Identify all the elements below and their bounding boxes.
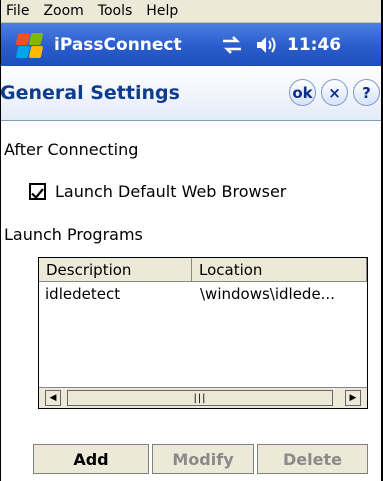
menu-bar: File Zoom Tools Help — [0, 0, 383, 23]
windows-start-icon[interactable] — [14, 30, 44, 60]
close-button[interactable]: × — [321, 79, 348, 106]
column-header-location[interactable]: Location — [192, 258, 367, 282]
settings-window: File Zoom Tools Help iPassConnect 11:46 … — [0, 0, 383, 481]
row-location: \windows\idlede... — [200, 285, 335, 303]
ok-button[interactable]: ok — [289, 79, 316, 106]
settings-header: General Settings ok × ? — [0, 66, 383, 121]
page-title: General Settings — [0, 82, 180, 104]
menu-tools[interactable]: Tools — [92, 0, 141, 22]
scroll-right-button[interactable]: ▶ — [345, 390, 361, 406]
window-border-left — [0, 0, 1, 481]
connectivity-icon[interactable] — [219, 34, 245, 56]
scroll-left-button[interactable]: ◀ — [45, 390, 61, 406]
menu-file[interactable]: File — [0, 0, 37, 22]
after-connecting-label: After Connecting — [4, 140, 139, 159]
menu-help[interactable]: Help — [140, 0, 186, 22]
menu-zoom[interactable]: Zoom — [37, 0, 91, 22]
horizontal-scrollbar[interactable]: ◀ ||| ▶ — [39, 387, 367, 408]
app-title: iPassConnect — [54, 34, 182, 55]
check-icon — [31, 188, 44, 200]
volume-icon[interactable] — [255, 34, 277, 56]
launch-browser-label[interactable]: Launch Default Web Browser — [55, 182, 286, 201]
add-button[interactable]: Add — [33, 444, 149, 474]
row-description: idledetect — [45, 285, 121, 303]
launch-browser-checkbox[interactable] — [29, 183, 46, 200]
help-button[interactable]: ? — [353, 79, 380, 106]
status-area: 11:46 — [219, 23, 341, 66]
delete-button[interactable]: Delete — [257, 444, 368, 474]
programs-list[interactable]: Description Location idledetect \windows… — [38, 257, 368, 409]
clock[interactable]: 11:46 — [287, 35, 341, 55]
modify-button[interactable]: Modify — [152, 444, 254, 474]
scroll-thumb[interactable]: ||| — [67, 390, 333, 406]
launch-programs-label: Launch Programs — [4, 225, 143, 244]
title-bar: iPassConnect 11:46 — [0, 23, 383, 66]
column-header-description[interactable]: Description — [39, 258, 192, 282]
